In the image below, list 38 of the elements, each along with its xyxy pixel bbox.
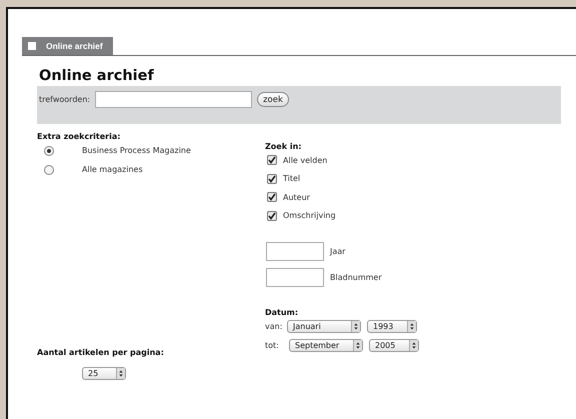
square-icon <box>28 42 36 50</box>
page-title: Online archief <box>39 68 155 84</box>
option-label: Business Process Magazine <box>82 146 191 155</box>
section-heading: Extra zoekcriteria: <box>37 132 122 141</box>
year-select[interactable]: 2005 <box>369 339 419 352</box>
checkbox-label: Alle velden <box>283 156 328 165</box>
section-heading: Zoek in: <box>265 142 302 151</box>
year-select[interactable]: 1993 <box>367 320 417 333</box>
number-field[interactable] <box>266 242 324 260</box>
stepper-icon <box>351 321 360 332</box>
checkbox[interactable] <box>267 210 277 221</box>
number-field[interactable] <box>266 268 324 286</box>
stepper-icon <box>407 321 416 332</box>
search-button[interactable]: zoek <box>257 92 289 107</box>
option-label: Alle magazines <box>82 165 143 174</box>
stepper-icon <box>409 340 418 351</box>
field-label: Bladnummer <box>330 272 382 282</box>
search-field[interactable] <box>95 91 252 108</box>
checkbox-label: Titel <box>283 174 300 184</box>
field-label: trefwoorden: <box>39 95 90 104</box>
stepper-icon <box>116 368 125 378</box>
checkbox[interactable] <box>267 192 277 202</box>
per-page-select[interactable]: 25 <box>82 366 126 380</box>
section-heading: Datum: <box>265 308 300 317</box>
tab[interactable]: Online archief <box>22 37 113 55</box>
checkbox[interactable] <box>267 155 277 166</box>
radio-button[interactable] <box>44 164 54 174</box>
checkbox-label: Omschrijving <box>283 211 336 220</box>
month-select[interactable]: Januari <box>287 320 361 333</box>
stepper-icon <box>353 340 362 351</box>
section-heading: Aantal artikelen per pagina: <box>37 348 164 357</box>
radio-button[interactable] <box>44 146 54 156</box>
month-select[interactable]: September <box>289 339 363 352</box>
field-label: Jaar <box>330 246 346 256</box>
checkbox-label: Auteur <box>283 192 310 202</box>
checkbox[interactable] <box>267 174 277 184</box>
date-label: van: <box>265 322 281 331</box>
date-label: tot: <box>265 341 280 350</box>
